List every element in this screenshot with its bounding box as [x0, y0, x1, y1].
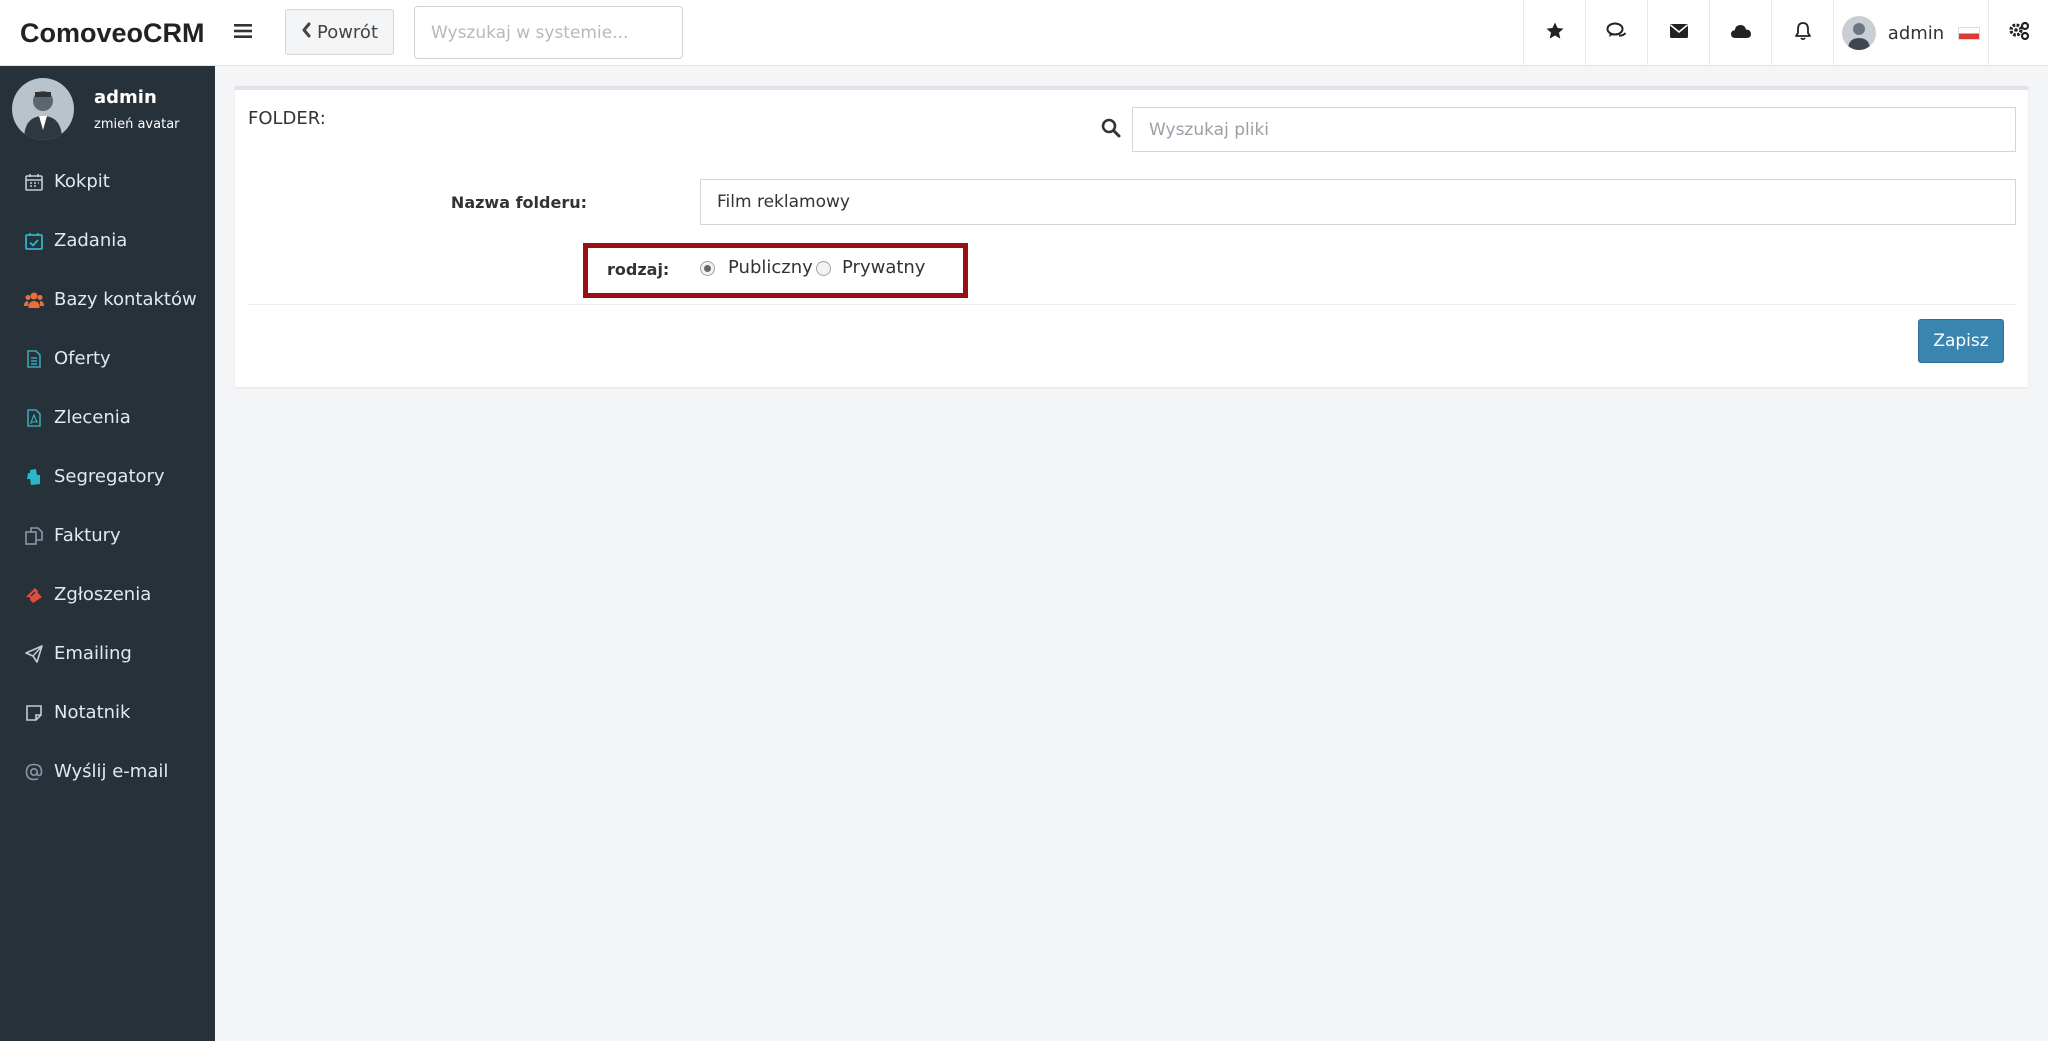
sidebar-item-oferty[interactable]: Oferty	[0, 329, 215, 388]
sidebar-item-label: Segregatory	[54, 466, 165, 487]
at-sign-icon	[24, 762, 44, 782]
user-avatar[interactable]	[12, 78, 74, 140]
save-button[interactable]: Zapisz	[1918, 319, 2004, 363]
sidebar-item-label: Oferty	[54, 348, 111, 369]
radio-private-label[interactable]: Prywatny	[842, 257, 925, 278]
sidebar-item-bazy-kontaktow[interactable]: Bazy kontaktów	[0, 270, 215, 329]
sidebar-item-label: Bazy kontaktów	[54, 289, 197, 310]
chat-bubbles-icon	[1606, 21, 1628, 45]
top-bar: ComoveoCRM Powrót Wyszukaj w systemie...…	[0, 0, 2048, 66]
form-divider	[248, 304, 2016, 305]
paper-plane-icon	[24, 644, 44, 664]
cloud-icon	[1730, 23, 1752, 43]
sidebar: admin zmień avatar Kokpit Zadania Bazy k…	[0, 66, 215, 1041]
copy-icon	[24, 526, 44, 546]
folder-form-card: FOLDER: Nazwa folderu: rodzaj: Publiczny…	[235, 86, 2028, 387]
sidebar-item-kokpit[interactable]: Kokpit	[0, 152, 215, 211]
folder-name-label: Nazwa folderu:	[450, 193, 587, 212]
binder-icon	[24, 467, 44, 487]
sidebar-item-zadania[interactable]: Zadania	[0, 211, 215, 270]
radio-private[interactable]	[816, 261, 831, 276]
top-icon-bar: admin	[1523, 0, 2048, 66]
gears-icon	[2008, 21, 2030, 45]
chat-button[interactable]	[1585, 0, 1647, 66]
sidebar-item-notatnik[interactable]: Notatnik	[0, 683, 215, 742]
search-icon	[1101, 118, 1121, 142]
calendar-check-icon	[24, 231, 44, 251]
radio-public-label[interactable]: Publiczny	[728, 257, 813, 278]
sidebar-item-faktury[interactable]: Faktury	[0, 506, 215, 565]
ticket-icon	[24, 585, 44, 605]
favorites-button[interactable]	[1523, 0, 1585, 66]
polish-flag-icon	[1958, 26, 1981, 40]
notifications-button[interactable]	[1771, 0, 1833, 66]
user-name: admin	[1887, 22, 1945, 44]
sidebar-item-zgloszenia[interactable]: Zgłoszenia	[0, 565, 215, 624]
sticky-note-icon	[24, 703, 44, 723]
sidebar-item-label: Faktury	[54, 525, 121, 546]
sidebar-item-label: Zadania	[54, 230, 128, 251]
users-icon	[24, 290, 44, 310]
sidebar-item-label: Wyślij e-mail	[54, 761, 169, 782]
back-button[interactable]: Powrót	[285, 9, 394, 55]
user-avatar-small	[1841, 16, 1876, 50]
radio-public[interactable]	[700, 261, 715, 276]
change-avatar-link[interactable]: zmień avatar	[94, 117, 180, 132]
messages-button[interactable]	[1647, 0, 1709, 66]
calendar-icon	[24, 172, 44, 192]
folder-label: FOLDER:	[248, 108, 326, 129]
files-search-input[interactable]	[1132, 107, 2016, 152]
sidebar-profile: admin zmień avatar	[0, 66, 215, 152]
cloud-button[interactable]	[1709, 0, 1771, 66]
hamburger-icon	[234, 23, 252, 43]
sidebar-nav: Kokpit Zadania Bazy kontaktów Oferty Zle…	[0, 152, 215, 801]
app-logo[interactable]: ComoveoCRM	[20, 0, 205, 66]
sidebar-item-label: Zgłoszenia	[54, 584, 152, 605]
sidebar-item-label: Zlecenia	[54, 407, 131, 428]
envelope-icon	[1669, 23, 1689, 43]
sidebar-item-emailing[interactable]: Emailing	[0, 624, 215, 683]
folder-type-label: rodzaj:	[607, 260, 670, 279]
folder-type-group: rodzaj: Publiczny Prywatny	[583, 243, 968, 298]
settings-button[interactable]	[1988, 0, 2048, 66]
sidebar-item-label: Emailing	[54, 643, 132, 664]
sidebar-item-segregatory[interactable]: Segregatory	[0, 447, 215, 506]
user-menu[interactable]: admin	[1833, 0, 1988, 66]
sidebar-item-zlecenia[interactable]: Zlecenia	[0, 388, 215, 447]
menu-toggle-button[interactable]	[222, 0, 264, 66]
bell-icon	[1794, 21, 1812, 45]
sidebar-item-label: Kokpit	[54, 171, 110, 192]
chevron-left-icon	[301, 22, 311, 43]
sidebar-item-label: Notatnik	[54, 702, 131, 723]
global-search-input[interactable]	[414, 6, 683, 59]
back-button-label: Powrót	[316, 21, 379, 43]
star-icon	[1545, 21, 1565, 45]
sidebar-item-wyslij-email[interactable]: Wyślij e-mail	[0, 742, 215, 801]
folder-name-input[interactable]	[700, 179, 2016, 225]
document-icon	[24, 349, 44, 369]
profile-name: admin	[94, 86, 157, 108]
pdf-file-icon	[24, 408, 44, 428]
